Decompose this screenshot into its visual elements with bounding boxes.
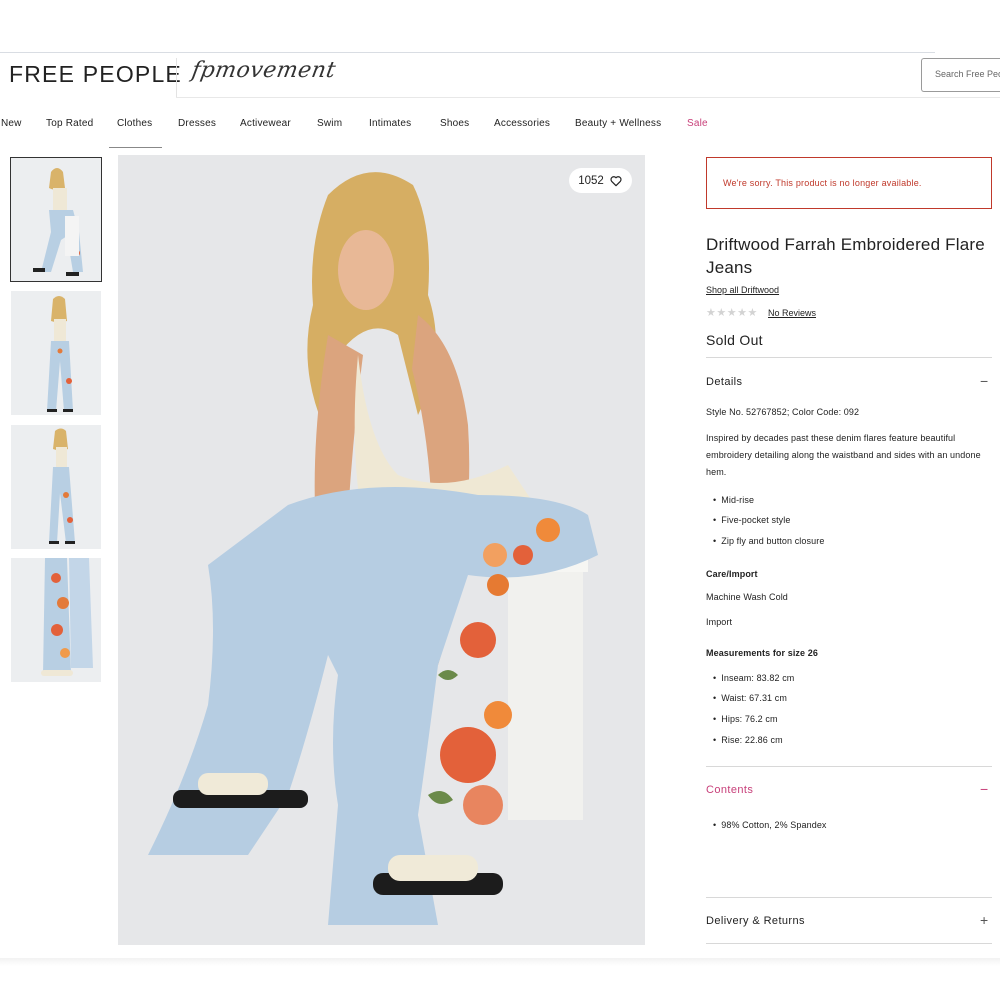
measurements-heading: Measurements for size 26 — [706, 648, 818, 658]
nav-active-underline — [109, 147, 162, 148]
thumbnail-1[interactable] — [10, 157, 102, 282]
details-heading[interactable]: Details — [706, 376, 742, 388]
thumbnail-3-image — [11, 425, 101, 549]
divider — [706, 357, 992, 358]
header-bottom-border — [176, 97, 1000, 98]
free-people-logo[interactable]: FREE PEOPLE — [9, 61, 182, 88]
heart-icon — [610, 175, 622, 186]
nav-dresses[interactable]: Dresses — [178, 118, 216, 129]
top-whitespace — [0, 0, 1000, 52]
divider — [706, 897, 992, 898]
page-bottom-edge — [0, 958, 1000, 966]
divider — [706, 766, 992, 767]
nav-top-rated[interactable]: Top Rated — [46, 118, 93, 129]
shop-all-brand-link[interactable]: Shop all Driftwood — [706, 285, 779, 295]
main-nav: New Top Rated Clothes Dresses Activewear… — [0, 110, 1000, 150]
thumbnail-4[interactable] — [11, 558, 101, 682]
thumbnail-3[interactable] — [11, 425, 101, 549]
product-description: Inspired by decades past these denim fla… — [706, 433, 981, 477]
thumbnail-1-image — [11, 158, 101, 281]
contents-item: 98% Cotton, 2% Spandex — [713, 820, 827, 830]
favorite-count: 1052 — [578, 174, 604, 187]
measurement-item: Waist: 67.31 cm — [713, 693, 787, 703]
measurement-item: Inseam: 83.82 cm — [713, 673, 794, 683]
nav-intimates[interactable]: Intimates — [369, 118, 411, 129]
care-instruction: Machine Wash Cold — [706, 592, 788, 602]
header-divider — [176, 58, 177, 98]
style-number: Style No. 52767852; Color Code: 092 — [706, 407, 860, 417]
rating-stars: ★★★★★ — [706, 307, 758, 319]
import-info: Import — [706, 617, 733, 627]
thumbnail-2-image — [11, 291, 101, 415]
sold-out-status: Sold Out — [706, 332, 763, 348]
feature-item: Zip fly and button closure — [713, 536, 824, 546]
measurement-item: Hips: 76.2 cm — [713, 714, 778, 724]
nav-new[interactable]: New — [1, 118, 22, 129]
nav-clothes[interactable]: Clothes — [117, 118, 152, 129]
favorite-button[interactable]: 1052 — [569, 168, 632, 193]
expand-plus-icon[interactable]: + — [980, 913, 988, 927]
nav-accessories[interactable]: Accessories — [494, 118, 550, 129]
search-input[interactable]: Search Free People — [921, 58, 1000, 92]
nav-swim[interactable]: Swim — [317, 118, 342, 129]
delivery-returns-heading[interactable]: Delivery & Returns — [706, 915, 805, 927]
contents-heading[interactable]: Contents — [706, 784, 753, 796]
product-title: Driftwood Farrah Embroidered Flare Jeans — [706, 235, 985, 277]
thumbnail-2[interactable] — [11, 291, 101, 415]
main-product-image[interactable]: 1052 — [118, 155, 645, 945]
nav-beauty-wellness[interactable]: Beauty + Wellness — [575, 118, 661, 129]
top-divider — [0, 52, 935, 53]
model-photo — [118, 155, 645, 945]
fp-movement-logo[interactable]: fpmovement — [190, 58, 338, 83]
nav-shoes[interactable]: Shoes — [440, 118, 469, 129]
divider — [706, 943, 992, 944]
collapse-minus-icon[interactable]: − — [980, 374, 988, 388]
measurement-item: Rise: 22.86 cm — [713, 735, 783, 745]
nav-sale[interactable]: Sale — [687, 118, 708, 129]
feature-item: Five-pocket style — [713, 515, 791, 525]
unavailable-notice: We're sorry. This product is no longer a… — [706, 157, 992, 209]
reviews-link[interactable]: No Reviews — [768, 308, 816, 318]
nav-activewear[interactable]: Activewear — [240, 118, 291, 129]
thumbnail-4-image — [11, 558, 101, 682]
feature-item: Mid-rise — [713, 495, 754, 505]
collapse-minus-icon[interactable]: − — [980, 782, 988, 796]
care-heading: Care/Import — [706, 569, 758, 579]
site-header: FREE PEOPLE fpmovement Search Free Peopl… — [0, 58, 1000, 100]
